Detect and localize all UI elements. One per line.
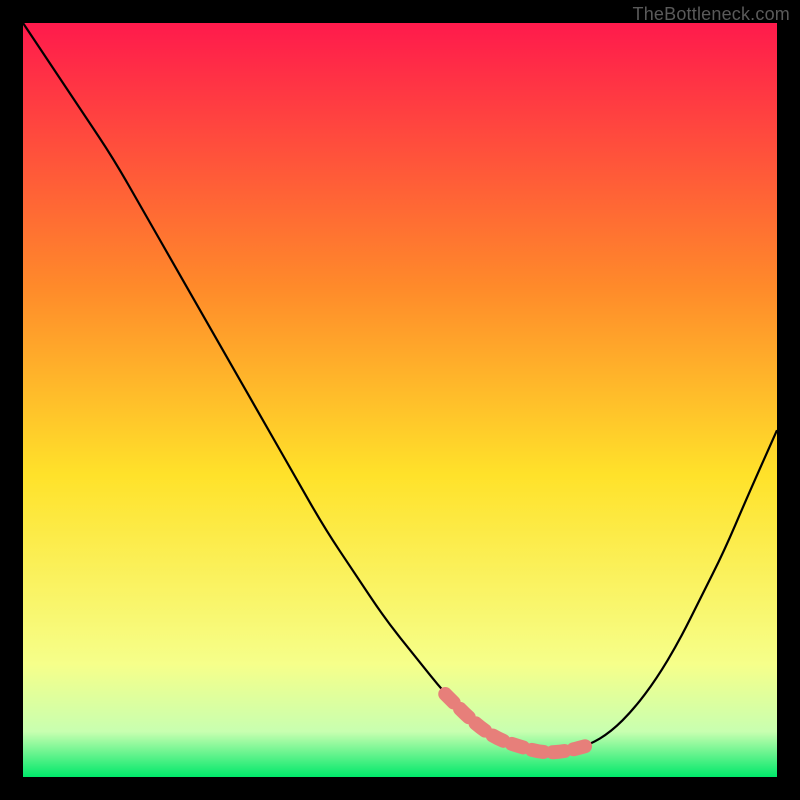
- watermark-text: TheBottleneck.com: [633, 4, 790, 25]
- optimal-range-highlight: [445, 694, 588, 752]
- bottleneck-curve: [23, 23, 777, 752]
- chart-frame: { "watermark": "TheBottleneck.com", "col…: [0, 0, 800, 800]
- plot-area: [23, 23, 777, 777]
- curve-layer: [23, 23, 777, 777]
